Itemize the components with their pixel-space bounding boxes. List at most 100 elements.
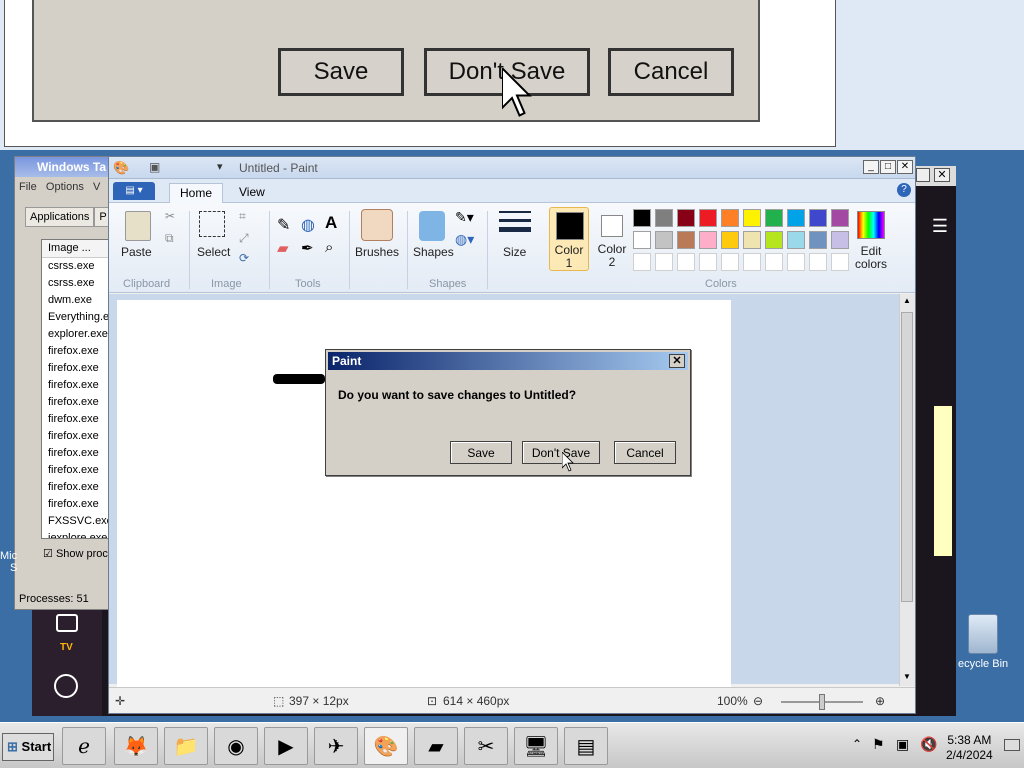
internet-explorer-icon[interactable]: ℯ (62, 727, 106, 765)
color-swatch[interactable] (699, 231, 717, 249)
select-button[interactable]: Select (197, 245, 230, 259)
color-swatch[interactable] (721, 253, 739, 271)
color-swatch[interactable] (787, 253, 805, 271)
text-icon[interactable]: A (325, 213, 337, 233)
color-swatch[interactable] (809, 231, 827, 249)
color-swatch[interactable] (699, 209, 717, 227)
resize-icon[interactable]: ⤢ (239, 231, 249, 246)
vertical-scrollbar[interactable]: ▲ ▼ (899, 294, 915, 686)
color-swatch[interactable] (743, 231, 761, 249)
brushes-button[interactable]: Brushes (355, 245, 399, 259)
eraser-icon[interactable]: ▰ (277, 239, 289, 257)
cancel-button[interactable]: Cancel (614, 441, 676, 464)
shapes-icon[interactable] (419, 211, 445, 241)
brushes-icon[interactable] (361, 209, 393, 241)
color-swatch[interactable] (655, 231, 673, 249)
color-swatch[interactable] (677, 253, 695, 271)
start-button[interactable]: ⊞ Start (2, 733, 54, 761)
show-hidden-icons-icon[interactable]: ⌃ (852, 737, 862, 751)
color-swatch[interactable] (765, 209, 783, 227)
color2-selector[interactable]: Color 2 (593, 207, 633, 271)
close-icon[interactable]: ✕ (897, 160, 913, 174)
media-player-icon[interactable]: ▶ (264, 727, 308, 765)
magnified-cancel-button[interactable]: Cancel (608, 48, 734, 96)
menu-options[interactable]: Options (46, 181, 84, 193)
sticky-notes-icon[interactable]: ▰ (414, 727, 458, 765)
cut-icon[interactable]: ✂ (165, 209, 175, 223)
checkbox-icon[interactable]: ☑ (43, 548, 53, 560)
color-swatch[interactable] (655, 253, 673, 271)
scroll-thumb[interactable] (901, 312, 913, 602)
color-swatch[interactable] (633, 209, 651, 227)
close-icon[interactable]: ✕ (669, 354, 685, 368)
magnifier-icon[interactable]: ⌕ (325, 239, 333, 256)
tv-icon[interactable] (56, 614, 78, 632)
magnified-save-button[interactable]: Save (278, 48, 404, 96)
outline-icon[interactable]: ✎▾ (455, 209, 474, 226)
help-icon[interactable]: ? (897, 183, 911, 197)
minimize-icon[interactable]: _ (863, 160, 879, 174)
zoom-in-icon[interactable]: ⊕ (875, 694, 885, 708)
shapes-button[interactable]: Shapes (413, 245, 454, 259)
copy-icon[interactable]: ⧉ (165, 231, 174, 246)
task-manager-icon[interactable]: ▤ (564, 727, 608, 765)
menu-icon[interactable]: ☰ (932, 216, 948, 237)
network-icon[interactable]: ▣ (896, 736, 909, 753)
color1-selector[interactable]: Color 1 (549, 207, 589, 271)
recycle-bin-icon[interactable] (968, 614, 999, 654)
color-swatch[interactable] (721, 209, 739, 227)
customize-quick-access-icon[interactable]: ▾ (217, 160, 223, 173)
crop-icon[interactable]: ⌗ (239, 209, 246, 224)
maximize-icon[interactable]: □ (880, 160, 896, 174)
browser-icon[interactable]: ◉ (214, 727, 258, 765)
color-swatch[interactable] (743, 253, 761, 271)
color-swatch[interactable] (787, 231, 805, 249)
show-desktop-icon[interactable] (1004, 739, 1020, 751)
tab-view[interactable]: View (229, 183, 275, 201)
color-swatch[interactable] (831, 231, 849, 249)
color-swatch[interactable] (721, 231, 739, 249)
color-swatch[interactable] (787, 209, 805, 227)
color-swatch[interactable] (831, 209, 849, 227)
color-swatch[interactable] (677, 231, 695, 249)
color-swatch[interactable] (765, 231, 783, 249)
color-swatch[interactable] (765, 253, 783, 271)
color-swatch[interactable] (743, 209, 761, 227)
pencil-icon[interactable]: ✎ (277, 215, 290, 235)
action-center-icon[interactable]: ⚑ (872, 736, 885, 753)
account-icon[interactable] (54, 674, 78, 698)
paint-taskbar-icon[interactable]: 🎨 (364, 727, 408, 765)
size-button[interactable]: Size (503, 245, 526, 259)
select-icon[interactable] (199, 211, 225, 237)
volume-muted-icon[interactable]: 🔇 (920, 736, 937, 753)
color-swatch[interactable] (633, 231, 651, 249)
send-icon[interactable]: ✈ (314, 727, 358, 765)
color-swatch[interactable] (831, 253, 849, 271)
color-swatch[interactable] (809, 253, 827, 271)
color-picker-icon[interactable]: ✒ (301, 239, 314, 257)
color-swatch[interactable] (699, 253, 717, 271)
menu-file[interactable]: File (19, 181, 37, 193)
tab-home[interactable]: Home (169, 183, 224, 203)
firefox-icon[interactable]: 🦊 (114, 727, 158, 765)
size-icon[interactable] (499, 211, 531, 237)
paint-menu-button[interactable]: ▤ ▾ (113, 182, 155, 200)
tab-applications[interactable]: Applications (25, 207, 95, 227)
paste-icon[interactable] (125, 211, 151, 241)
zoom-out-icon[interactable]: ⊖ (753, 694, 763, 708)
shape-fill-icon[interactable]: ◍▾ (455, 231, 474, 248)
close-icon[interactable]: ✕ (934, 168, 950, 182)
color-swatch[interactable] (677, 209, 695, 227)
recycle-bin[interactable]: ecycle Bin (958, 614, 1008, 670)
remote-desktop-icon[interactable]: 🖥 (514, 727, 558, 765)
dont-save-button[interactable]: Don't Save (522, 441, 600, 464)
rotate-icon[interactable]: ⟳ (239, 251, 249, 265)
menu-view[interactable]: V (93, 181, 100, 193)
clock[interactable]: 5:38 AM 2/4/2024 (946, 733, 993, 763)
save-button[interactable]: Save (450, 441, 512, 464)
fill-icon[interactable]: ◍ (301, 215, 315, 235)
save-icon[interactable]: ▣ (149, 160, 160, 174)
scroll-up-icon[interactable]: ▲ (901, 296, 913, 308)
snipping-tool-icon[interactable]: ✂ (464, 727, 508, 765)
edit-colors-icon[interactable] (857, 211, 885, 239)
